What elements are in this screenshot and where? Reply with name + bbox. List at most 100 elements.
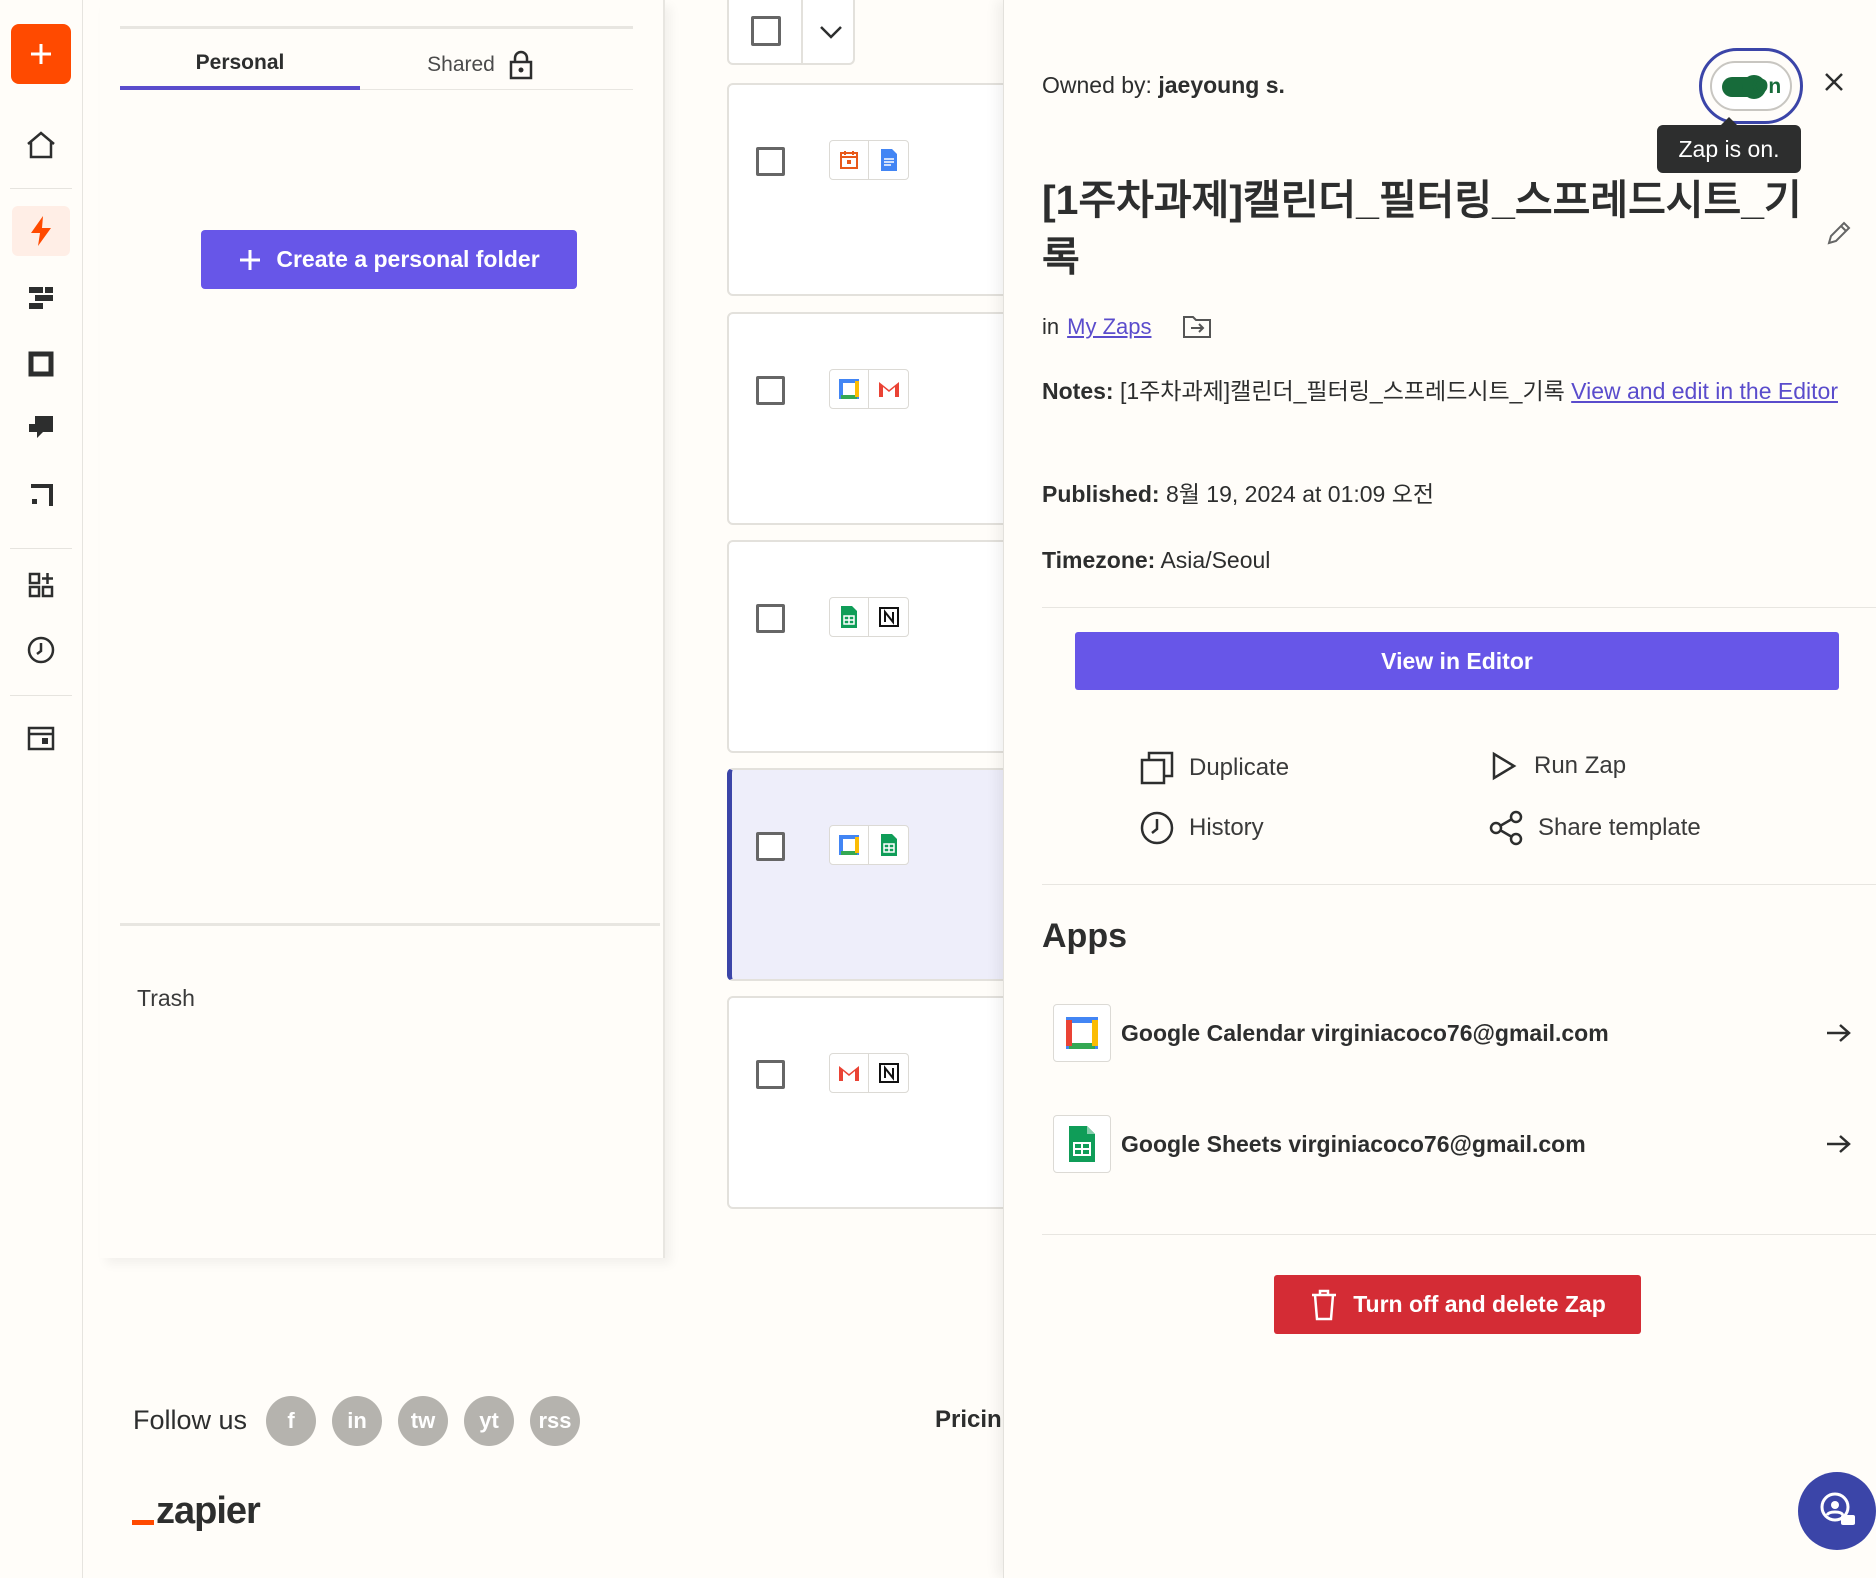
rail-discover[interactable]: [12, 713, 70, 763]
apps-icon: [28, 572, 54, 598]
google-sheets-icon: [1069, 1126, 1095, 1162]
zap-row-apps: [829, 140, 909, 180]
zap-on-toggle[interactable]: On: [1710, 61, 1792, 111]
list-header: [727, 0, 855, 65]
home-icon: [27, 131, 55, 159]
google-calendar-icon: [839, 835, 859, 855]
zap-row-apps: [829, 825, 909, 865]
rail-zaps[interactable]: [12, 206, 70, 256]
zap-row-checkbox[interactable]: [756, 604, 785, 633]
rss-icon[interactable]: rss: [530, 1396, 580, 1446]
edit-pencil-icon[interactable]: [1824, 218, 1854, 248]
zap-row-checkbox[interactable]: [756, 376, 785, 405]
view-in-editor-button[interactable]: View in Editor: [1075, 632, 1839, 690]
notion-icon: [878, 607, 899, 627]
history-icon: [1140, 811, 1174, 845]
plus-icon: [31, 44, 51, 64]
zap-row-apps: [829, 369, 909, 409]
google-calendar-icon: [839, 379, 859, 399]
zap-title: [1주차과제]캘린더_필터링_스프레드시트_기록: [1042, 177, 1802, 280]
folder-panel: Personal Shared Create a personal folder…: [100, 0, 665, 1258]
calendar-orange-icon: [840, 151, 858, 169]
linkedin-icon[interactable]: in: [332, 1396, 382, 1446]
trash-icon: [1312, 1289, 1337, 1320]
gmail-icon: [839, 1066, 859, 1081]
chatbots-icon: [29, 416, 53, 438]
arrow-right-icon[interactable]: [1825, 1132, 1853, 1156]
zap-published: Published: 8월 19, 2024 at 01:09 오전: [1042, 481, 1435, 507]
zap-icon: [31, 216, 51, 246]
help-chat-icon: [1820, 1492, 1855, 1525]
follow-us-label: Follow us: [133, 1405, 248, 1435]
chevron-down-icon[interactable]: [817, 14, 845, 48]
zap-row[interactable]: [727, 312, 1027, 525]
footer-pricing-link[interactable]: Pricin: [935, 1406, 1002, 1434]
zap-row-apps: [829, 597, 909, 637]
discover-icon: [27, 726, 55, 751]
duplicate-icon: [1140, 751, 1174, 785]
youtube-icon[interactable]: yt: [464, 1396, 514, 1446]
create-personal-folder-button[interactable]: Create a personal folder: [201, 230, 577, 289]
facebook-icon[interactable]: f: [266, 1396, 316, 1446]
rail-tables[interactable]: [12, 273, 70, 323]
tab-personal[interactable]: Personal: [120, 40, 360, 90]
zap-notes: Notes: [1주차과제]캘린더_필터링_스프레드시트_기록 View and…: [1042, 378, 1838, 404]
history-icon: [27, 636, 55, 664]
rail-history[interactable]: [12, 625, 70, 675]
zap-row[interactable]: [727, 996, 1027, 1209]
gmail-icon: [878, 382, 899, 397]
zap-detail-panel: Owned by: jaeyoung s. On Zap is on. [1주차…: [1003, 0, 1876, 1578]
app-row-google-sheets[interactable]: Google Sheets virginiacoco76@gmail.com: [1053, 1115, 1853, 1173]
zap-row-checkbox[interactable]: [756, 832, 785, 861]
lock-icon: [509, 50, 533, 80]
rail-interfaces[interactable]: [12, 339, 70, 389]
apps-heading: Apps: [1042, 917, 1127, 955]
history-action[interactable]: History: [1139, 810, 1264, 846]
left-rail: [0, 0, 83, 1578]
close-icon[interactable]: [1822, 70, 1846, 94]
google-docs-icon: [880, 149, 897, 171]
share-template-action[interactable]: Share template: [1488, 810, 1701, 846]
tables-icon: [29, 287, 53, 309]
zap-row-checkbox[interactable]: [756, 147, 785, 176]
create-button[interactable]: [11, 24, 71, 84]
select-all-checkbox[interactable]: [751, 16, 781, 46]
owned-by: Owned by: jaeyoung s.: [1042, 72, 1285, 98]
zap-row-selected[interactable]: [727, 768, 1027, 981]
toggle-tooltip: Zap is on.: [1657, 117, 1801, 173]
run-zap-action[interactable]: Run Zap: [1488, 750, 1626, 782]
rail-canvas[interactable]: [12, 470, 70, 520]
zap-row-apps: [829, 1053, 909, 1093]
turn-off-delete-zap-button[interactable]: Turn off and delete Zap: [1274, 1275, 1641, 1334]
google-sheets-icon: [841, 606, 857, 628]
app-row-google-calendar[interactable]: Google Calendar virginiacoco76@gmail.com: [1053, 1004, 1853, 1062]
rail-apps[interactable]: [12, 560, 70, 610]
canvas-icon: [31, 484, 53, 506]
folder-tabs: Personal Shared: [120, 40, 633, 90]
arrow-right-icon[interactable]: [1825, 1021, 1853, 1045]
duplicate-action[interactable]: Duplicate: [1139, 750, 1289, 786]
share-icon: [1489, 810, 1523, 846]
notion-icon: [878, 1063, 899, 1083]
tab-shared[interactable]: Shared: [360, 40, 600, 90]
interfaces-icon: [28, 351, 54, 377]
twitter-icon[interactable]: tw: [398, 1396, 448, 1446]
help-chat-button[interactable]: [1798, 1472, 1876, 1550]
zap-row-checkbox[interactable]: [756, 1060, 785, 1089]
rail-chatbots[interactable]: [12, 403, 70, 453]
move-folder-icon[interactable]: [1181, 314, 1213, 340]
plus-icon: [240, 249, 261, 270]
folder-location: in My Zaps: [1042, 314, 1213, 340]
view-edit-editor-link[interactable]: View and edit in the Editor: [1571, 378, 1838, 404]
zap-row[interactable]: [727, 83, 1027, 296]
rail-home[interactable]: [12, 120, 70, 170]
google-calendar-icon: [1066, 1017, 1098, 1049]
google-sheets-icon: [880, 834, 897, 856]
my-zaps-link[interactable]: My Zaps: [1067, 314, 1151, 340]
zapier-logo[interactable]: zapier: [132, 1490, 261, 1533]
zap-row[interactable]: [727, 540, 1027, 753]
trash-folder[interactable]: Trash: [137, 985, 195, 1012]
play-icon: [1492, 751, 1517, 781]
zap-timezone: Timezone: Asia/Seoul: [1042, 547, 1271, 573]
zap-toggle-focus: On: [1699, 48, 1803, 124]
